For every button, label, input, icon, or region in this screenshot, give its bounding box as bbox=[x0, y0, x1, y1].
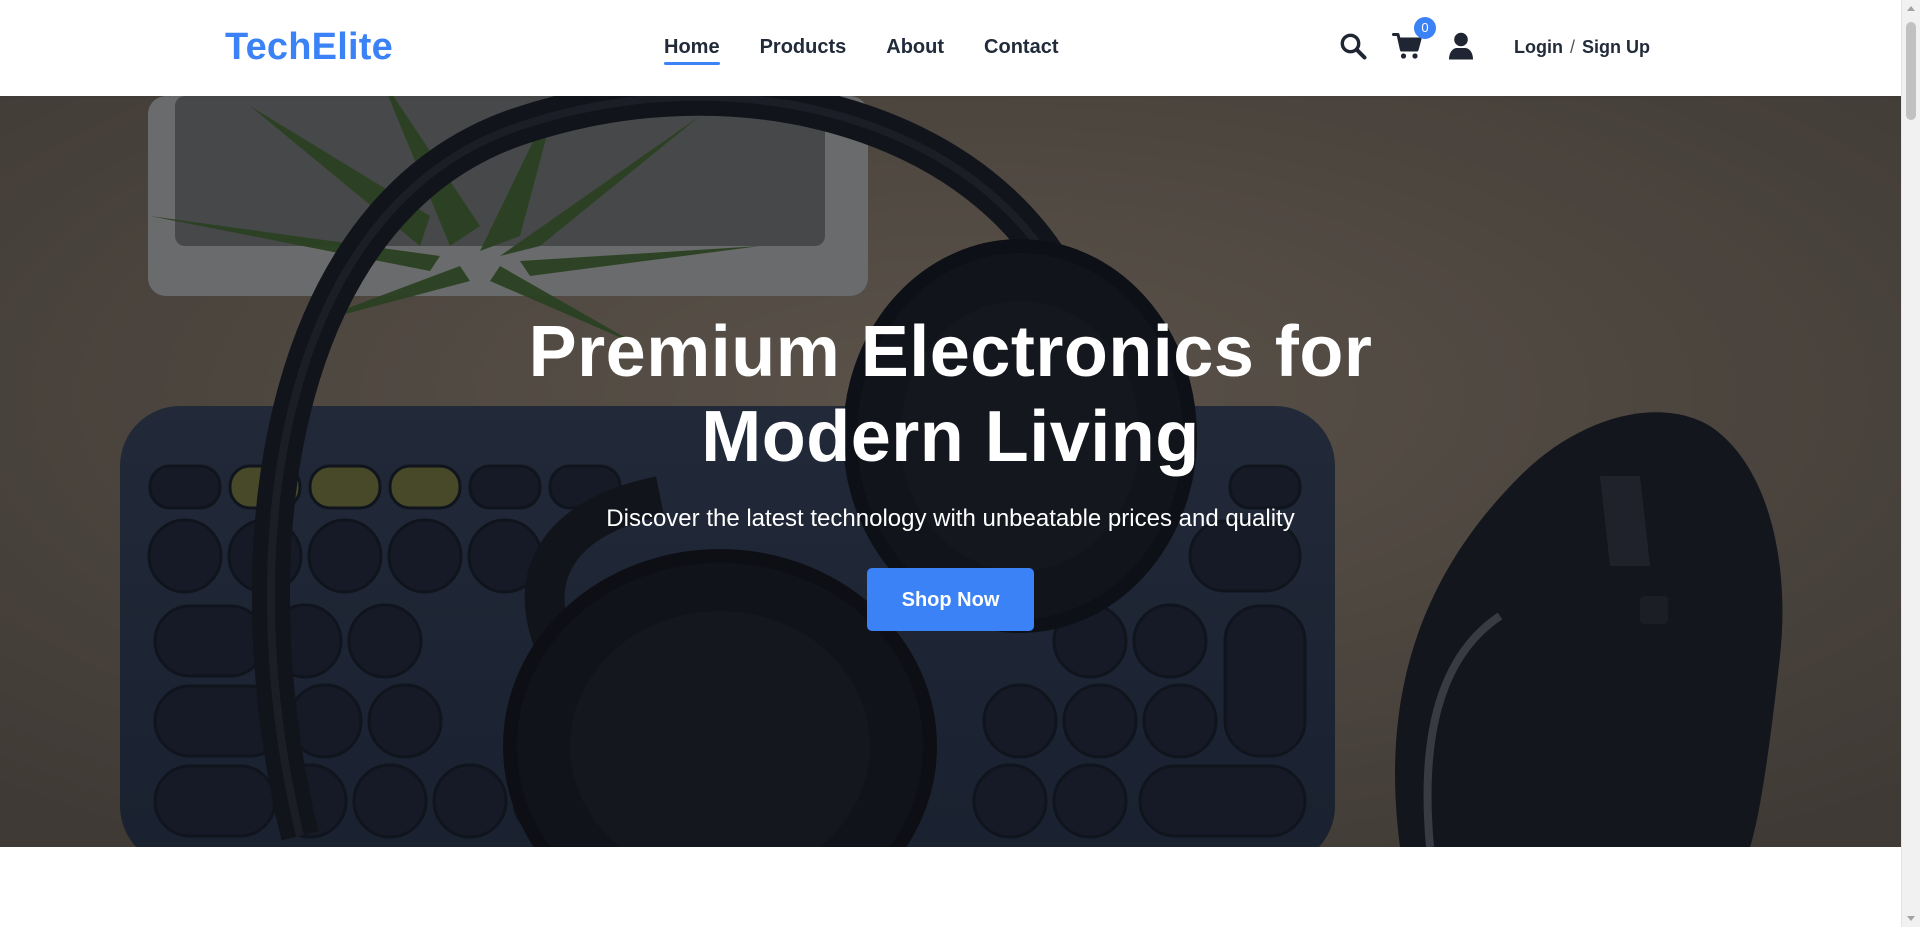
cart-count-badge: 0 bbox=[1414, 17, 1436, 39]
nav-about[interactable]: About bbox=[886, 34, 944, 64]
hero-content: Premium Electronics for Modern Living Di… bbox=[0, 310, 1901, 631]
signup-link[interactable]: Sign Up bbox=[1582, 36, 1650, 58]
login-link[interactable]: Login bbox=[1514, 36, 1563, 58]
hero-subtitle: Discover the latest technology with unbe… bbox=[606, 505, 1295, 532]
hero-title-line-2: Modern Living bbox=[701, 397, 1200, 477]
scroll-down-arrow-icon[interactable] bbox=[1907, 916, 1915, 921]
site-header: TechElite Home Products About Contact 0 … bbox=[0, 0, 1901, 96]
nav-home[interactable]: Home bbox=[664, 34, 720, 65]
search-icon bbox=[1340, 33, 1367, 60]
user-icon bbox=[1449, 32, 1473, 60]
auth-links: Login / Sign Up bbox=[1514, 36, 1650, 58]
page-scrollbar[interactable] bbox=[1901, 0, 1920, 927]
shop-now-button[interactable]: Shop Now bbox=[867, 568, 1034, 631]
cart-button[interactable]: 0 bbox=[1392, 17, 1436, 61]
hero-title: Premium Electronics for Modern Living bbox=[501, 310, 1401, 480]
brand-logo[interactable]: TechElite bbox=[225, 25, 393, 69]
nav-contact[interactable]: Contact bbox=[984, 34, 1058, 64]
page: TechElite Home Products About Contact 0 … bbox=[0, 0, 1901, 927]
nav-products[interactable]: Products bbox=[760, 34, 847, 64]
auth-separator: / bbox=[1569, 37, 1575, 57]
account-button[interactable] bbox=[1446, 31, 1476, 61]
scrollbar-thumb[interactable] bbox=[1906, 22, 1916, 120]
scroll-up-arrow-icon[interactable] bbox=[1907, 6, 1915, 11]
header-icons: 0 bbox=[1338, 17, 1476, 61]
hero-section: Premium Electronics for Modern Living Di… bbox=[0, 96, 1901, 847]
hero-title-line-1: Premium Electronics for bbox=[528, 312, 1373, 392]
search-button[interactable] bbox=[1338, 31, 1368, 61]
main-nav: Home Products About Contact bbox=[664, 34, 1098, 65]
